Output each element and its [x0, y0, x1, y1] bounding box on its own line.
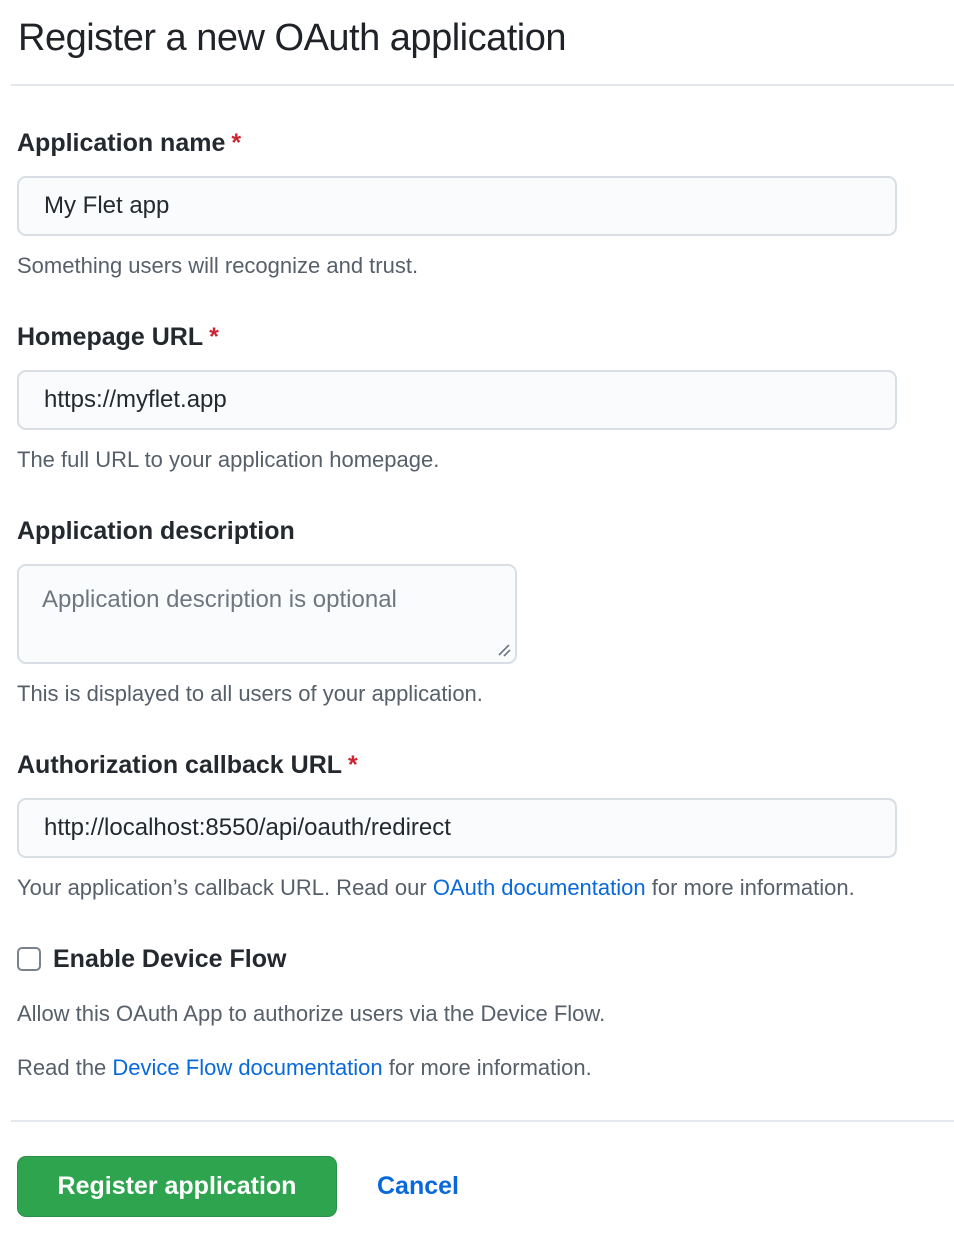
- oauth-registration-form: Register a new OAuth application Applica…: [0, 14, 954, 1257]
- callback-url-label: Authorization callback URL*: [17, 750, 954, 780]
- device-flow-help: Allow this OAuth App to authorize users …: [17, 1000, 954, 1028]
- application-name-help: Something users will recognize and trust…: [17, 252, 954, 280]
- homepage-url-help: The full URL to your application homepag…: [17, 446, 954, 474]
- callback-url-input[interactable]: [17, 798, 897, 858]
- form-actions: Register application Cancel: [17, 1156, 954, 1217]
- callback-url-help-prefix: Your application’s callback URL. Read ou…: [17, 875, 433, 900]
- application-description-wrap: [17, 564, 517, 664]
- required-asterisk: *: [348, 751, 358, 779]
- device-flow-label: Enable Device Flow: [53, 944, 286, 974]
- title-divider: [11, 84, 954, 86]
- device-flow-documentation-link[interactable]: Device Flow documentation: [112, 1055, 382, 1080]
- page-title: Register a new OAuth application: [18, 14, 954, 62]
- homepage-url-input[interactable]: [17, 370, 897, 430]
- required-asterisk: *: [209, 323, 219, 351]
- callback-url-help-suffix: for more information.: [646, 875, 855, 900]
- device-flow-checkbox[interactable]: [17, 947, 41, 971]
- application-name-label: Application name*: [17, 128, 954, 158]
- application-description-label: Application description: [17, 516, 954, 546]
- callback-url-label-text: Authorization callback URL: [17, 751, 342, 779]
- callback-url-help: Your application’s callback URL. Read ou…: [17, 874, 954, 902]
- oauth-documentation-link[interactable]: OAuth documentation: [433, 875, 646, 900]
- application-description-help: This is displayed to all users of your a…: [17, 680, 954, 708]
- actions-divider: [11, 1120, 954, 1122]
- cancel-link[interactable]: Cancel: [377, 1172, 459, 1201]
- device-flow-read-prefix: Read the: [17, 1055, 112, 1080]
- register-application-button[interactable]: Register application: [17, 1156, 337, 1217]
- application-description-label-text: Application description: [17, 517, 295, 545]
- application-name-input[interactable]: [17, 176, 897, 236]
- device-flow-row: Enable Device Flow: [17, 944, 954, 974]
- homepage-url-label: Homepage URL*: [17, 322, 954, 352]
- required-asterisk: *: [231, 129, 241, 157]
- homepage-url-label-text: Homepage URL: [17, 323, 203, 351]
- device-flow-read-more: Read the Device Flow documentation for m…: [17, 1054, 954, 1082]
- application-name-label-text: Application name: [17, 129, 225, 157]
- application-description-textarea[interactable]: [17, 564, 517, 664]
- device-flow-read-suffix: for more information.: [383, 1055, 592, 1080]
